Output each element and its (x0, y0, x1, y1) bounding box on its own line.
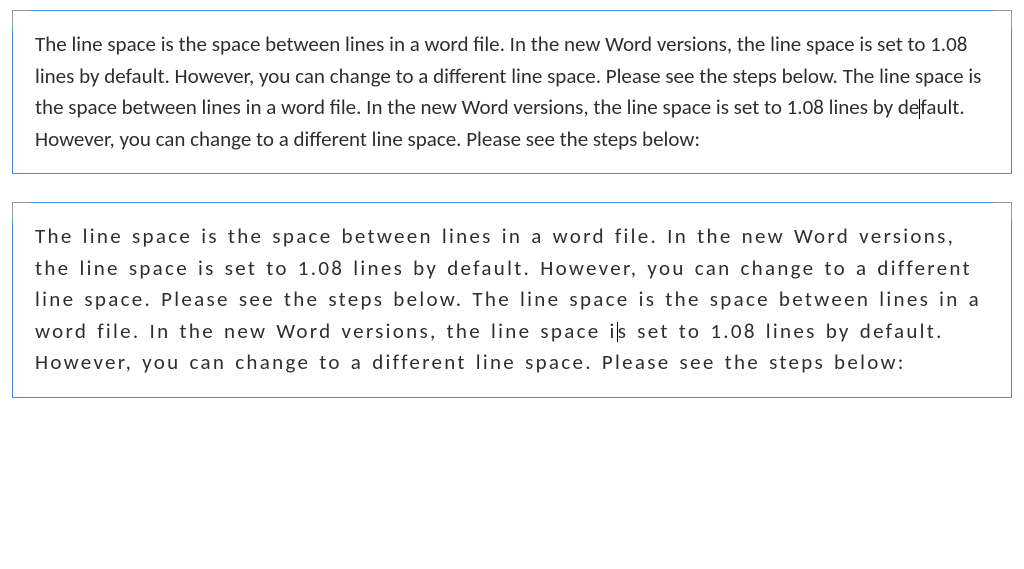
corner-marker-top-right (994, 10, 1012, 28)
text-cursor (617, 322, 618, 342)
corner-marker-top-right (994, 202, 1012, 220)
text-box-normal-spacing[interactable]: The line space is the space between line… (12, 10, 1012, 174)
text-box-expanded-spacing[interactable]: The line space is the space between line… (12, 202, 1012, 398)
corner-marker-top-left (12, 10, 30, 28)
text-cursor (919, 99, 920, 119)
corner-marker-top-left (12, 202, 30, 220)
paragraph-normal[interactable]: The line space is the space between line… (35, 29, 989, 155)
paragraph-expanded[interactable]: The line space is the space between line… (35, 221, 989, 379)
text-before-cursor: The line space is the space between line… (35, 31, 981, 120)
